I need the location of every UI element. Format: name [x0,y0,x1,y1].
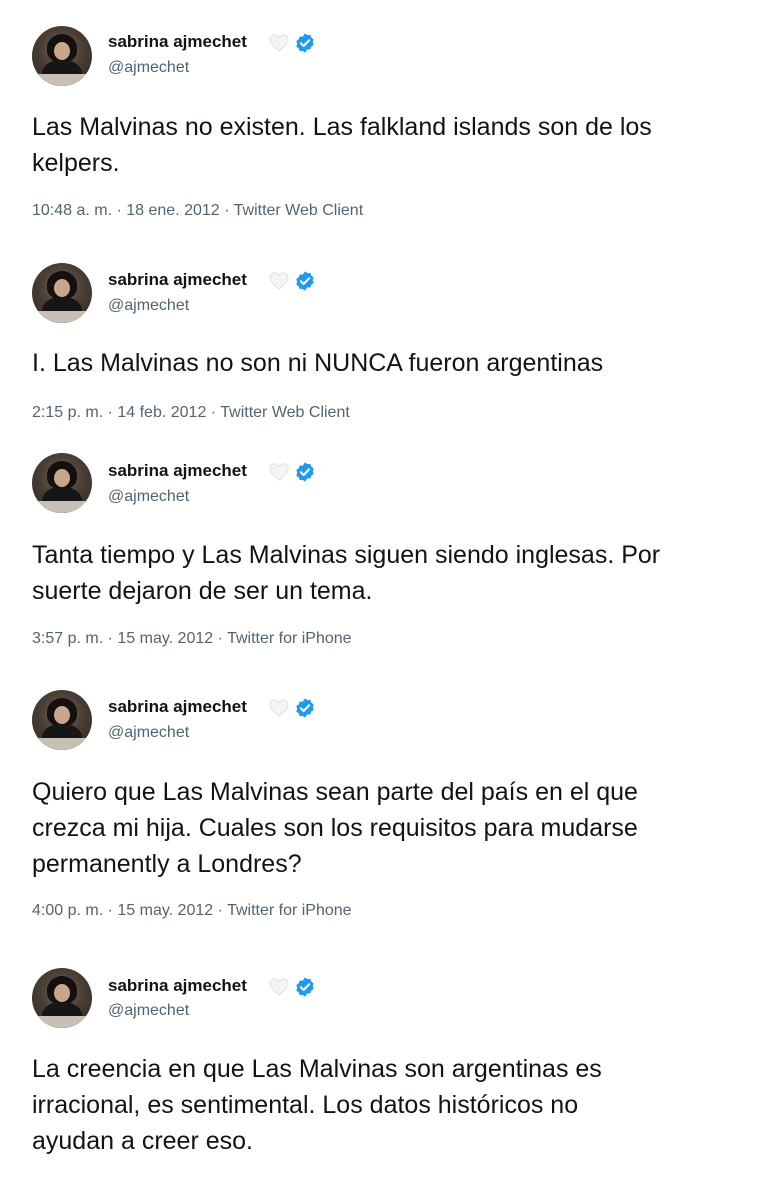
white-heart-icon [269,978,289,996]
tweet-text-line: crezca mi hija. Cuales son los requisito… [32,814,638,842]
tweet-timestamp[interactable]: 2:15 p. m. · 14 feb. 2012 · Twitter Web … [32,404,350,422]
tweet-text: La creencia en que Las Malvinas son arge… [32,1051,752,1159]
tweet-text-line: Las Malvinas no existen. Las falkland is… [32,113,652,141]
verified-badge-icon [296,698,314,718]
tweet-text: Las Malvinas no existen. Las falkland is… [32,109,752,181]
white-heart-icon [269,34,289,52]
white-heart-icon [269,699,289,717]
tweet-timestamp[interactable]: 10:48 a. m. · 18 ene. 2012 · Twitter Web… [32,202,363,220]
tweet-text: I. Las Malvinas no son ni NUNCA fueron a… [32,345,752,381]
verified-badge-icon [296,33,314,53]
avatar[interactable] [32,263,92,323]
author-handle[interactable]: @ajmechet [108,297,189,315]
tweet-text-line: I. Las Malvinas no son ni NUNCA fueron a… [32,349,604,377]
tweet-text-line: irracional, es sentimental. Los datos hi… [32,1091,579,1119]
author-name[interactable]: sabrina ajmechet [108,697,247,717]
verified-badge-icon [296,271,314,291]
avatar[interactable] [32,690,92,750]
tweet-text-line: permanently a Londres? [32,850,302,878]
verified-badge-icon [296,977,314,997]
author-name[interactable]: sabrina ajmechet [108,976,247,996]
avatar[interactable] [32,968,92,1028]
author-name[interactable]: sabrina ajmechet [108,270,247,290]
author-handle[interactable]: @ajmechet [108,488,189,506]
tweet-text-line: Quiero que Las Malvinas sean parte del p… [32,778,638,806]
tweet-text: Tanta tiempo y Las Malvinas siguen siend… [32,537,752,609]
author-name[interactable]: sabrina ajmechet [108,461,247,481]
tweet-text: Quiero que Las Malvinas sean parte del p… [32,774,752,882]
white-heart-icon [269,272,289,290]
tweet-timestamp[interactable]: 3:57 p. m. · 15 may. 2012 · Twitter for … [32,630,352,648]
tweet-text-line: La creencia en que Las Malvinas son arge… [32,1055,602,1083]
author-handle[interactable]: @ajmechet [108,724,189,742]
author-name[interactable]: sabrina ajmechet [108,32,247,52]
tweet-text-line: ayudan a creer eso. [32,1127,253,1155]
avatar[interactable] [32,453,92,513]
tweet-1: sabrina ajmechet @ajmechet Las Malvinas … [0,0,768,230]
author-handle[interactable]: @ajmechet [108,59,189,77]
white-heart-icon [269,463,289,481]
author-handle[interactable]: @ajmechet [108,1002,189,1020]
verified-badge-icon [296,462,314,482]
tweet-5: sabrina ajmechet @ajmechet La creencia e… [0,0,768,1155]
tweet-text-line: Tanta tiempo y Las Malvinas siguen siend… [32,541,661,569]
avatar[interactable] [32,26,92,86]
tweet-timestamp[interactable]: 4:00 p. m. · 15 may. 2012 · Twitter for … [32,902,352,920]
tweet-text-line: kelpers. [32,149,120,177]
tweet-text-line: suerte dejaron de ser un tema. [32,577,373,605]
